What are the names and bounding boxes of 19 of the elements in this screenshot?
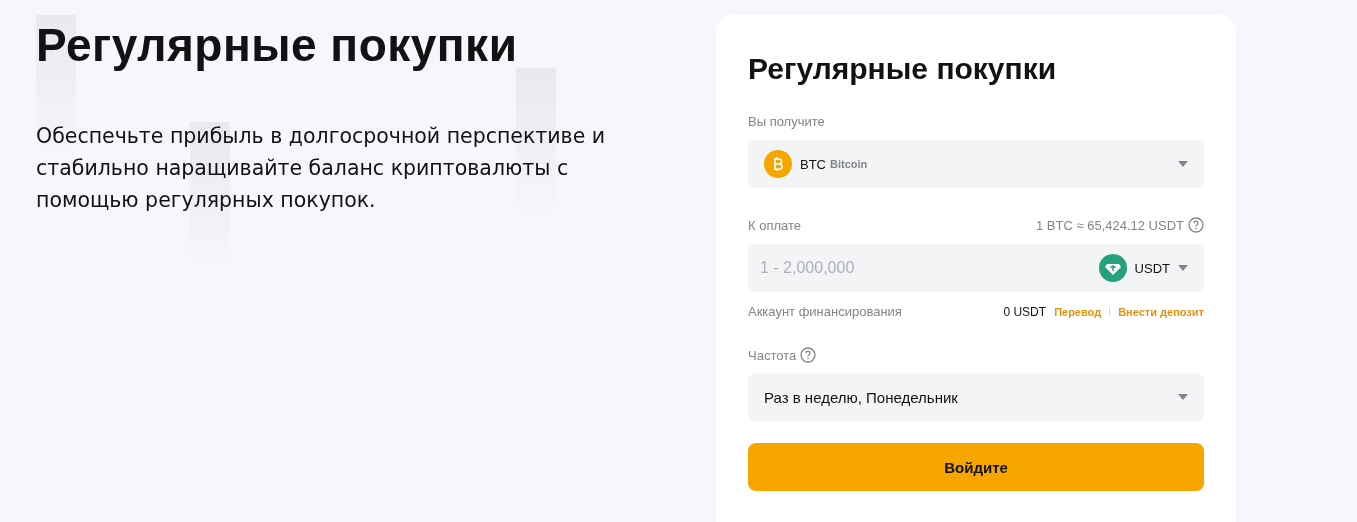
help-icon[interactable] xyxy=(1188,217,1204,233)
exchange-rate: 1 BTC ≈ 65,424.12 USDT xyxy=(1035,217,1184,233)
help-icon[interactable] xyxy=(800,347,817,363)
page-title: Регулярные покупки xyxy=(36,18,519,73)
login-button[interactable]: Войдите xyxy=(748,443,1204,491)
frequency-select[interactable]: Раз в неделю, Понедельник xyxy=(748,373,1204,421)
caret-icon xyxy=(1178,265,1188,271)
form-title: Регулярные покупки xyxy=(748,51,1058,87)
description: Обеспечьте прибыль в долгосрочной перспективе и стабильно наращивайте баланс криптовалюты с помощью регулярных покупок. xyxy=(36,123,607,214)
field-label: Вы получите xyxy=(748,113,825,129)
bitcoin-icon xyxy=(764,150,792,178)
caret-icon xyxy=(1178,161,1188,167)
caret-icon xyxy=(1178,394,1188,400)
field-label: К оплате xyxy=(748,217,802,233)
currency-select[interactable]: USDT xyxy=(1098,254,1188,282)
field-label: Частота xyxy=(748,347,797,363)
field-label: Аккаунт финансирования xyxy=(748,304,902,319)
balance: 0 USDT xyxy=(1003,304,1047,319)
coin-select[interactable]: BTC Bitcoin xyxy=(748,140,1204,188)
